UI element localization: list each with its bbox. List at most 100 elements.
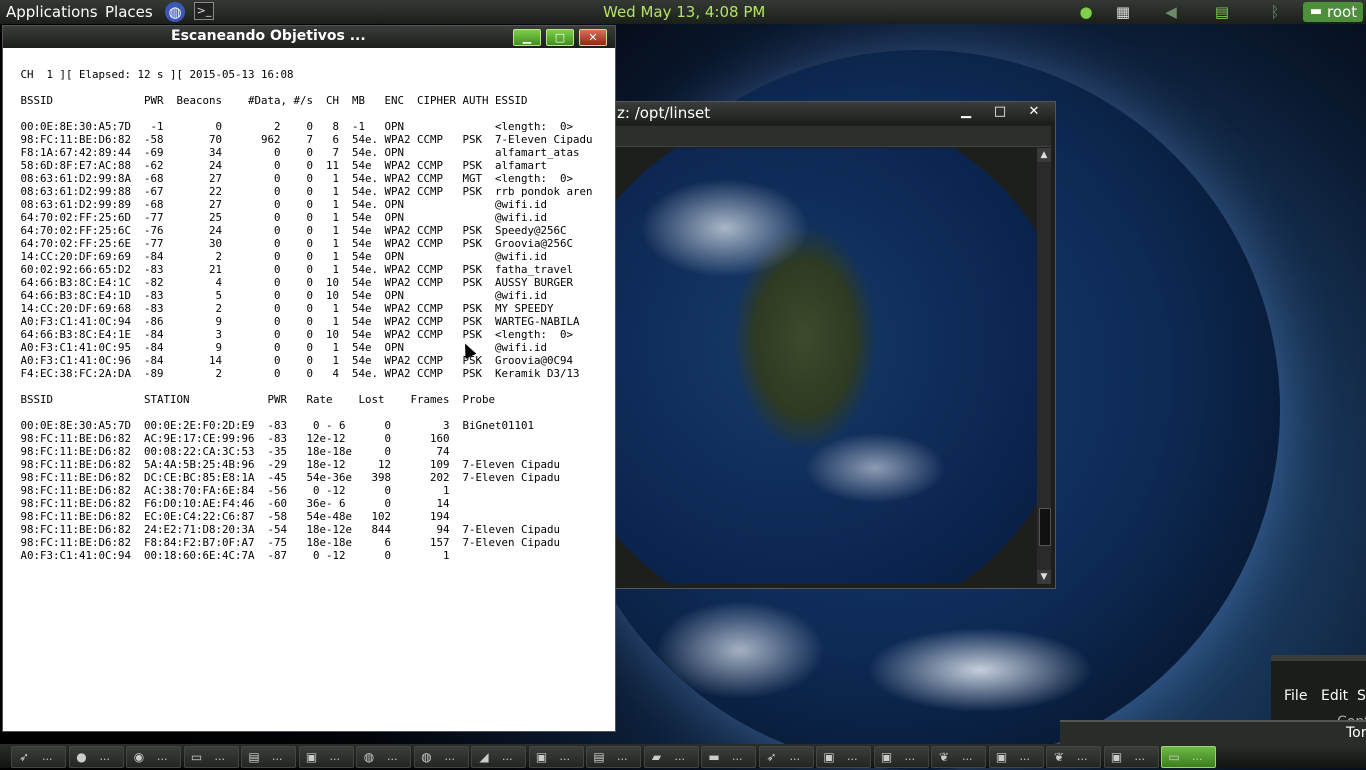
terminal-line: 64:70:02:FF:25:6D -77 25 0 0 1 54e OPN @… (14, 211, 548, 224)
tor-window-title: Tor (1346, 725, 1366, 741)
taskbar-item[interactable]: ▤... (241, 746, 296, 768)
scan-titlebar[interactable]: Escaneando Objetivos ... ▁ □ ✕ (3, 26, 615, 48)
taskbar-item-label: ... (732, 750, 743, 763)
taskbar-item[interactable]: ▣... (1103, 746, 1159, 768)
taskbar-item[interactable]: ❦... (931, 746, 986, 768)
taskbar-item-label: ... (962, 750, 973, 763)
terminal-line: CH 1 ][ Elapsed: 12 s ][ 2015-05-13 16:0… (14, 68, 294, 81)
terminal-line: 64:70:02:FF:25:6C -76 24 0 0 1 54e WPA2 … (14, 224, 567, 237)
taskbar-item[interactable]: ◉... (126, 746, 181, 768)
terminal-line: A0:F3:C1:41:0C:94 00:18:60:6E:4C:7A -87 … (14, 549, 450, 562)
terminal-line: 08:63:61:D2:99:8A -68 27 0 0 1 54e. WPA2… (14, 172, 574, 185)
clock[interactable]: Wed May 13, 4:08 PM (603, 3, 765, 21)
browser-icon: ◍ (421, 750, 432, 764)
linset-transparent-view (615, 148, 1037, 584)
window-icon: ▬ (708, 750, 720, 764)
taskbar-item-label: ... (1134, 750, 1146, 763)
partial-app-window[interactable]: File Edit S Contin (1271, 655, 1366, 730)
clipboard-icon[interactable]: ▤ (1212, 2, 1232, 22)
applications-menu[interactable]: Applications (6, 3, 98, 21)
kali-icon: ➶ (18, 750, 30, 764)
user-menu-button[interactable]: ▬ root (1303, 2, 1363, 22)
bluetooth-disabled-icon[interactable]: ᛒ (1265, 2, 1285, 22)
terminal-line: 00:0E:8E:30:A5:7D 00:0E:2E:F0:2D:E9 -83 … (14, 419, 535, 432)
terminal-icon: ▣ (305, 750, 318, 764)
terminal-icon: ▣ (535, 750, 548, 764)
terminal-line: 08:63:61:D2:99:89 -68 27 0 0 1 54e. OPN … (14, 198, 548, 211)
terminal-line: 60:02:92:66:65:D2 -83 21 0 0 1 54e. WPA2… (14, 263, 574, 276)
volume-muted-icon[interactable]: ◀ (1161, 2, 1181, 22)
terminal-icon: ▣ (995, 750, 1008, 764)
chat-icon: ▬ (1309, 4, 1323, 19)
linset-terminal-window[interactable]: z: /opt/linset ▁ □ ✕ ▲ ▼ (610, 101, 1056, 589)
scroll-up-arrow-icon[interactable]: ▲ (1037, 148, 1051, 162)
linset-titlebar[interactable]: z: /opt/linset ▁ □ ✕ (611, 102, 1055, 124)
user-name: root (1327, 3, 1358, 21)
scan-minimize-button[interactable]: ▁ (513, 29, 541, 46)
taskbar-item-label: ... (617, 750, 628, 763)
browser-icon: ◍ (363, 750, 375, 764)
taskbar-item[interactable]: ➶... (11, 746, 66, 768)
taskbar-item[interactable]: ▤... (586, 746, 641, 768)
taskbar-item-label: ... (329, 750, 341, 763)
scrollbar-thumb[interactable] (1039, 508, 1051, 546)
linset-toolbar (615, 126, 1051, 147)
taskbar-item[interactable]: ▭... (183, 746, 239, 768)
taskbar-item[interactable]: ▬... (701, 746, 756, 768)
menu-s[interactable]: S (1357, 688, 1366, 704)
terminal-icon: ▣ (1110, 750, 1123, 764)
taskbar-item[interactable]: ▣... (873, 746, 929, 768)
taskbar-item-label: ... (1192, 750, 1203, 763)
terminal-line: 08:63:61:D2:99:88 -67 22 0 0 1 54e. WPA2… (14, 185, 593, 198)
terminal-line: 98:FC:11:BE:D6:82 00:08:22:CA:3C:53 -35 … (14, 445, 450, 458)
scan-window[interactable]: Escaneando Objetivos ... ▁ □ ✕ CH 1 ][ E… (2, 25, 616, 732)
update-notifier-icon[interactable]: ▦ (1113, 2, 1133, 22)
taskbar-item[interactable]: ▣... (298, 746, 354, 768)
window-icon: ▭ (190, 750, 203, 764)
taskbar-item[interactable]: ◢... (471, 746, 526, 768)
linset-maximize-button[interactable]: □ (987, 104, 1013, 120)
taskbar-item-label: ... (387, 750, 398, 763)
leaf-icon: ❦ (938, 750, 950, 764)
taskbar-item[interactable]: ◍... (413, 746, 469, 768)
folder-icon: ▰ (651, 750, 662, 764)
terminal-line: 98:FC:11:BE:D6:82 AC:9E:17:CE:99:96 -83 … (14, 432, 450, 445)
taskbar-item[interactable]: ❦... (1046, 746, 1101, 768)
scan-maximize-button[interactable]: □ (546, 29, 574, 46)
taskbar-item-label: ... (1019, 750, 1031, 763)
taskbar-item[interactable]: ▣... (988, 746, 1044, 768)
taskbar-item[interactable]: ▰... (643, 746, 699, 768)
taskbar-item[interactable]: ➶... (758, 746, 814, 768)
browser-launcher-icon[interactable]: ◍ (165, 2, 185, 22)
taskbar-item-label: ... (1077, 750, 1088, 763)
menu-file[interactable]: File (1284, 688, 1307, 704)
menu-edit[interactable]: Edit (1321, 688, 1348, 704)
kali-icon: ➶ (766, 750, 777, 764)
scroll-down-arrow-icon[interactable]: ▼ (1037, 570, 1051, 584)
leaf-icon: ❦ (1053, 750, 1065, 764)
linset-minimize-button[interactable]: ▁ (953, 104, 979, 120)
terminal-icon: ▣ (880, 750, 893, 764)
taskbar-item-label: ... (444, 750, 456, 763)
taskbar-item-label: ... (272, 750, 283, 763)
taskbar-item[interactable]: ◍... (356, 746, 411, 768)
taskbar-item[interactable]: ▭... (1161, 746, 1216, 768)
terminal-launcher-icon[interactable]: >_ (194, 2, 214, 20)
top-panel: Applications Places ◍ >_ Wed May 13, 4:0… (0, 0, 1366, 24)
terminal-line: 98:FC:11:BE:D6:82 AC:38:70:FA:6E:84 -56 … (14, 484, 450, 497)
terminal-line: F4:EC:38:FC:2A:DA -89 2 0 0 4 54e. WPA2 … (14, 367, 580, 380)
window-icon: ▭ (1168, 750, 1180, 764)
onion-icon[interactable]: ● (1076, 2, 1096, 22)
linset-scrollbar[interactable]: ▲ ▼ (1037, 148, 1051, 584)
airodump-output[interactable]: CH 1 ][ Elapsed: 12 s ][ 2015-05-13 16:0… (6, 49, 612, 728)
terminal-line: 98:FC:11:BE:D6:82 5A:4A:5B:25:4B:96 -29 … (14, 458, 561, 471)
taskbar-item[interactable]: ●... (68, 746, 124, 768)
scan-close-button[interactable]: ✕ (579, 29, 607, 46)
linset-close-button[interactable]: ✕ (1021, 104, 1047, 120)
places-menu[interactable]: Places (105, 3, 153, 21)
taskbar-item[interactable]: ▣... (528, 746, 584, 768)
taskbar-item-label: ... (904, 750, 916, 763)
taskbar-item[interactable]: ▣... (816, 746, 871, 768)
